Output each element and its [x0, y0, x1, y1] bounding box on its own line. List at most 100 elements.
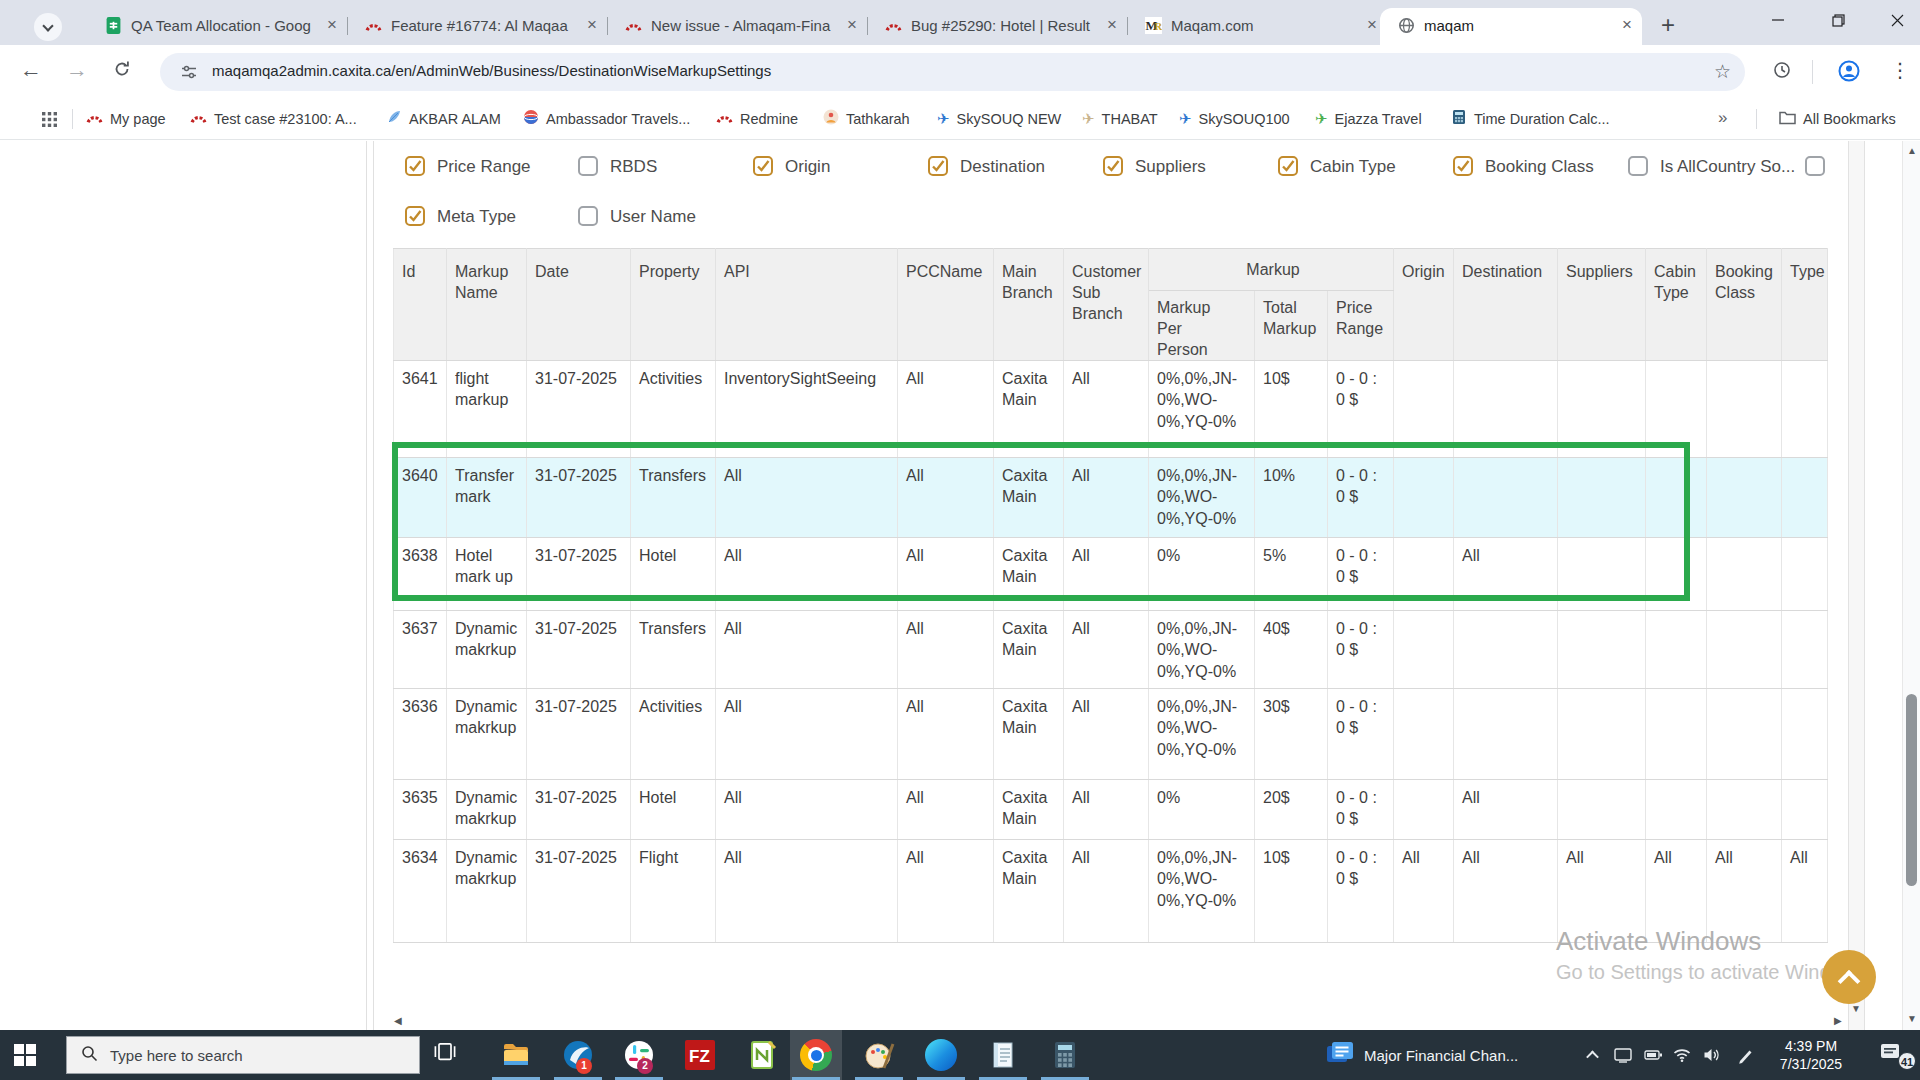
tab-feature-16774-al-maqaa[interactable]: Feature #16774: Al Maqaa× — [347, 8, 607, 45]
bookmark-tathkarah[interactable]: Tathkarah — [823, 109, 910, 129]
all-bookmarks-button[interactable]: All Bookmarks — [1779, 109, 1896, 129]
bookmark-test-case-23100-a-[interactable]: Test case #23100: A... — [190, 109, 357, 129]
tab-close-icon[interactable]: × — [1622, 15, 1632, 35]
taskbar-notepad-plus-plus-icon[interactable] — [746, 1039, 778, 1071]
cell: Caxita Main — [994, 458, 1064, 538]
taskbar-explorer-icon[interactable] — [500, 1039, 532, 1071]
checkbox-clipped[interactable] — [1805, 156, 1825, 176]
bookmark-skysouq100[interactable]: ✈SkySOUQ100 — [1179, 109, 1290, 129]
tab-new-issue-almaqam-fina[interactable]: New issue - Almaqam-Fina× — [607, 8, 867, 45]
checkbox-suppliers[interactable] — [1103, 156, 1123, 176]
checkbox-origin[interactable] — [753, 156, 773, 176]
tab-close-icon[interactable]: × — [327, 15, 337, 35]
address-bar[interactable]: maqamqa2admin.caxita.ca/en/AdminWeb/Busi… — [160, 53, 1745, 91]
cell: Activities — [631, 361, 716, 458]
tab-close-icon[interactable]: × — [1107, 15, 1117, 35]
reload-button[interactable] — [112, 59, 132, 85]
taskbar-chrome-icon[interactable] — [800, 1039, 832, 1071]
history-icon[interactable] — [1772, 60, 1792, 86]
cell: Dynamic makrkup — [447, 840, 527, 943]
checkbox-meta-type[interactable] — [405, 206, 425, 226]
checkbox-rbds[interactable] — [578, 156, 598, 176]
site-settings-icon[interactable] — [180, 63, 198, 85]
back-button[interactable]: ← — [20, 57, 42, 83]
bookmark-ambassador-travels-[interactable]: Ambassador Travels... — [523, 109, 690, 129]
cell — [1646, 538, 1707, 611]
taskbar-paint-icon[interactable] — [863, 1039, 895, 1071]
scroll-down-arrow[interactable]: ▼ — [1907, 1013, 1917, 1024]
table-row-3636[interactable]: 3636Dynamic makrkup31-07-2025ActivitiesA… — [394, 689, 1828, 780]
profile-avatar[interactable] — [1838, 60, 1860, 88]
battery-icon[interactable] — [1640, 1030, 1666, 1080]
scroll-to-top-button[interactable] — [1822, 950, 1876, 1004]
checkbox-is-allcountry-so-[interactable] — [1628, 156, 1648, 176]
taskbar-search-box[interactable]: Type here to search — [66, 1036, 420, 1074]
tab-close-icon[interactable]: × — [847, 15, 857, 35]
taskbar-edge-icon[interactable] — [925, 1039, 957, 1071]
apps-grid-icon[interactable] — [42, 112, 57, 131]
tab-close-icon[interactable]: × — [587, 15, 597, 35]
main-scrollbar[interactable]: ▲ ▼ — [1902, 141, 1920, 1030]
new-tab-button[interactable]: + — [1652, 10, 1684, 42]
checkbox-cabin-type[interactable] — [1278, 156, 1298, 176]
cell — [1782, 538, 1828, 611]
scrollbar-thumb[interactable] — [1906, 694, 1917, 886]
window-close-button[interactable] — [1874, 0, 1920, 40]
taskbar-calculator-icon[interactable] — [1049, 1039, 1081, 1071]
inner-scroll-down-arrow[interactable]: ▼ — [1851, 1003, 1861, 1014]
window-minimize-button[interactable] — [1755, 0, 1801, 40]
taskbar-notepad-icon[interactable] — [987, 1039, 1019, 1071]
table-row-3637[interactable]: 3637Dynamic makrkup31-07-2025TransfersAl… — [394, 611, 1828, 689]
cell: 0 - 0 : 0 $ — [1328, 840, 1394, 943]
taskbar-clock[interactable]: 4:39 PM7/31/2025 — [1768, 1037, 1854, 1073]
cell: 31-07-2025 — [527, 458, 631, 538]
news-widget[interactable]: Major Financial Chan... — [1326, 1030, 1518, 1080]
bookmark-ejazza-travel[interactable]: ✈Ejazza Travel — [1315, 109, 1422, 129]
bookmark-skysouq-new[interactable]: ✈SkySOUQ NEW — [937, 109, 1061, 129]
bookmark-akbar-alam[interactable]: AKBAR ALAM — [386, 109, 501, 129]
checkbox-price-range[interactable] — [405, 156, 425, 176]
menu-dots-icon[interactable]: ⋮ — [1890, 58, 1910, 82]
table-row-3638[interactable]: 3638Hotel mark up31-07-2025HotelAllAllCa… — [394, 538, 1828, 611]
window-maximize-button[interactable] — [1815, 0, 1861, 40]
forward-button[interactable]: → — [66, 57, 88, 83]
scroll-up-arrow[interactable]: ▲ — [1907, 145, 1917, 156]
bookmarks-overflow-chevron[interactable]: » — [1718, 108, 1727, 128]
tab-close-icon[interactable]: × — [1367, 15, 1377, 35]
tab-maqam[interactable]: maqam× — [1380, 8, 1642, 45]
wifi-icon[interactable] — [1668, 1030, 1696, 1080]
taskbar-taskview-icon[interactable] — [433, 1039, 465, 1071]
checkbox-user-name[interactable] — [578, 206, 598, 226]
hscroll-left-arrow[interactable]: ◀ — [394, 1015, 402, 1026]
cell: Flight — [631, 840, 716, 943]
tab-maqam-com[interactable]: MRMaqam.com× — [1127, 8, 1387, 45]
bookmark-label: My page — [110, 111, 166, 127]
pen-icon[interactable] — [1732, 1030, 1760, 1080]
tab-qa-team-allocation-goog[interactable]: QA Team Allocation - Goog× — [87, 8, 347, 45]
cell: All — [1064, 361, 1149, 458]
tray-expand-chevron[interactable] — [1580, 1030, 1604, 1080]
bookmark-star-icon[interactable]: ☆ — [1714, 60, 1731, 83]
hscroll-right-arrow[interactable]: ▶ — [1834, 1015, 1842, 1026]
notification-center-icon[interactable] — [1880, 1043, 1900, 1065]
table-row-3635[interactable]: 3635Dynamic makrkup31-07-2025HotelAllAll… — [394, 780, 1828, 840]
checkbox-booking-class[interactable] — [1453, 156, 1473, 176]
checkbox-destination[interactable] — [928, 156, 948, 176]
column-header: Date — [527, 249, 631, 361]
bookmark-redmine[interactable]: Redmine — [716, 109, 798, 129]
tab-bug-25290-hotel-result[interactable]: Bug #25290: Hotel | Result× — [867, 8, 1127, 45]
start-button[interactable] — [14, 1044, 36, 1066]
cell: Transfer mark — [447, 458, 527, 538]
cell: 0%,0%,JN-0%,WO-0%,YQ-0% — [1149, 840, 1255, 943]
cast-icon[interactable] — [1610, 1030, 1636, 1080]
bookmark-my-page[interactable]: My page — [86, 109, 166, 129]
bookmark-thabat[interactable]: ✈THABAT — [1082, 109, 1158, 129]
table-row-3641[interactable]: 3641flight markup31-07-2025ActivitiesInv… — [394, 361, 1828, 458]
cell — [1394, 361, 1454, 458]
table-row-3640[interactable]: 3640Transfer mark31-07-2025TransfersAllA… — [394, 458, 1828, 538]
volume-icon[interactable] — [1698, 1030, 1726, 1080]
tab-search-button[interactable] — [34, 13, 62, 41]
inner-scrollbar-track[interactable] — [1848, 141, 1865, 1030]
bookmark-time-duration-calc-[interactable]: Time Duration Calc... — [1451, 109, 1610, 129]
taskbar-filezilla-icon[interactable]: FZ — [684, 1039, 716, 1071]
